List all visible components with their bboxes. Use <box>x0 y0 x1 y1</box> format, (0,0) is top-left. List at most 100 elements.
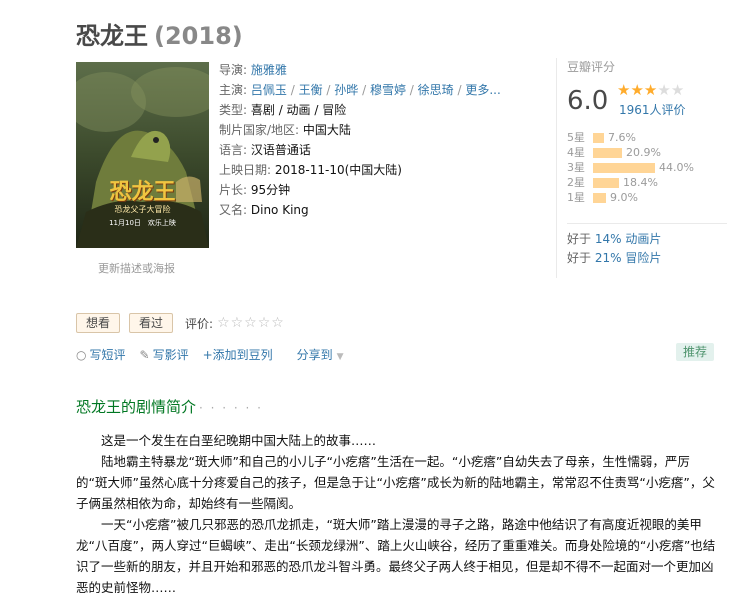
better-than-row: 好于 14% 动画片 <box>567 230 661 249</box>
comment-icon: ○ <box>76 348 87 362</box>
share-dropdown[interactable]: 分享到 ▼ <box>297 346 344 363</box>
watched-button[interactable]: 看过 <box>129 313 174 333</box>
better-than-row: 好于 21% 冒险片 <box>567 249 661 268</box>
rating-distribution: 5星 7.6% 4星 20.9% 3星 44.0% 2星 18.4% 1星 9.0% <box>567 130 727 205</box>
star-filled-icon: ★ <box>643 81 658 99</box>
action-bar: 想看 看过 评价: ☆☆☆☆☆ <box>76 313 285 333</box>
write-review-link[interactable]: ✎ 写影评 <box>140 346 189 363</box>
rating-percent: 9.0% <box>610 191 638 204</box>
pencil-icon: ✎ <box>139 348 150 362</box>
movie-year: (2018) <box>154 22 243 50</box>
synopsis-title: 恐龙王的剧情简介 <box>76 398 197 416</box>
movie-poster[interactable]: 恐龙王 恐龙父子大冒险 11月10日 欢乐上映 <box>76 62 209 248</box>
language-value: 汉语普通话 <box>250 143 311 157</box>
poster-subtitle: 恐龙父子大冒险 <box>114 205 171 214</box>
release-value: 2018-11-10(中国大陆) <box>274 163 402 177</box>
star-filled-icon: ★ <box>630 81 644 99</box>
rating-stars: ★★★★★ <box>617 81 684 99</box>
language-row: 语言: 汉语普通话 <box>219 140 534 160</box>
language-label: 语言: <box>219 143 248 157</box>
recommend-button[interactable]: 推荐 <box>676 343 715 361</box>
rate-stars-input[interactable]: ☆☆☆☆☆ <box>217 315 285 331</box>
action-links: ○ 写短评 ✎ 写影评 +添加到豆列 分享到 ▼ <box>76 346 344 363</box>
add-to-doulist-link[interactable]: +添加到豆列 <box>203 346 273 363</box>
country-value: 中国大陆 <box>302 123 351 137</box>
star-level-label: 3星 <box>567 161 585 174</box>
chevron-down-icon: ▼ <box>336 352 344 362</box>
write-short-review-label: 写短评 <box>89 348 126 362</box>
rating-votes-link[interactable]: 1961人评价 <box>619 101 686 118</box>
cast-row: 主演: 吕佩玉 / 王衡 / 孙晔 / 穆雪婷 / 徐思琦 / 更多... <box>219 83 501 97</box>
synopsis-paragraph: 这是一个发生在白垩纪晚期中国大陆上的故事…… <box>101 433 377 448</box>
release-row: 上映日期: 2018-11-10(中国大陆) <box>219 160 534 180</box>
poster-title: 恐龙王 <box>109 179 176 205</box>
page-title: 恐龙王 (2018) <box>76 16 243 51</box>
rating-bar <box>593 192 606 203</box>
synopsis-heading: 恐龙王的剧情简介 · · · · · · <box>76 396 263 417</box>
rating-distribution-row: 1星 9.0% <box>567 190 727 205</box>
aka-value: Dino King <box>250 203 309 217</box>
movie-info: 导演: 施雅雅 主演: 吕佩玉 / 王衡 / 孙晔 / 穆雪婷 / 徐思琦 / … <box>219 60 534 220</box>
cast-link[interactable]: 吕佩玉 <box>251 83 287 97</box>
synopsis-paragraph: 一天“小疙瘩”被几只邪恶的恐爪龙抓走，“斑大师”踏上漫漫的寻子之路，路途中他结识… <box>76 517 716 595</box>
cast-link[interactable]: 穆雪婷 <box>370 83 406 97</box>
star-empty-icon: ★ <box>670 81 685 99</box>
rate-label: 评价: <box>185 316 214 331</box>
rating-percent: 20.9% <box>626 146 661 159</box>
director-row: 导演: 施雅雅 <box>219 60 534 80</box>
aka-row: 又名: Dino King <box>219 200 534 220</box>
write-review-label: 写影评 <box>152 348 189 362</box>
synopsis-dots: · · · · · · <box>199 401 263 415</box>
poster-date: 11月10日 欢乐上映 <box>109 219 176 227</box>
better-than-prefix: 好于 <box>567 232 592 246</box>
star-filled-icon: ★ <box>617 81 631 99</box>
star-empty-icon: ★ <box>657 81 671 99</box>
cast-link[interactable]: 孙晔 <box>334 83 358 97</box>
poster-update-link[interactable]: 更新描述或海报 <box>98 260 175 276</box>
rating-bar <box>593 162 655 173</box>
want-to-watch-button[interactable]: 想看 <box>76 313 121 333</box>
rating-panel: 豆瓣评分 6.0 ★★★★★ 1961人评价 5星 7.6% 4星 20.9% 3星 44… <box>556 58 727 278</box>
country-label: 制片国家/地区: <box>219 123 300 137</box>
star-level-label: 2星 <box>567 176 585 189</box>
rating-distribution-row: 3星 44.0% <box>567 160 727 175</box>
star-level-label: 5星 <box>567 131 585 144</box>
better-than: 好于 14% 动画片 好于 21% 冒险片 <box>567 223 727 268</box>
write-short-review-link[interactable]: ○ 写短评 <box>76 346 126 363</box>
rating-percent: 44.0% <box>659 161 694 174</box>
better-than-link[interactable]: 14% 动画片 <box>595 232 662 246</box>
rating-distribution-row: 2星 18.4% <box>567 175 727 190</box>
rating-bar <box>593 177 619 188</box>
director-link[interactable]: 施雅雅 <box>251 63 287 77</box>
better-than-percent: 14% <box>594 232 622 246</box>
synopsis-text: 这是一个发生在白垩纪晚期中国大陆上的故事…… 陆地霸主特暴龙“斑大师”和自己的小… <box>76 430 716 598</box>
release-label: 上映日期: <box>219 163 272 177</box>
synopsis-paragraph: 陆地霸主特暴龙“斑大师”和自己的小儿子“小疙瘩”生活在一起。“小疙瘩”自幼失去了… <box>76 454 715 511</box>
movie-title: 恐龙王 <box>76 22 148 50</box>
runtime-value: 95分钟 <box>250 183 291 197</box>
genre-row: 类型: 喜剧 / 动画 / 冒险 <box>219 100 534 120</box>
genre-value: 喜剧 / 动画 / 冒险 <box>250 103 347 117</box>
runtime-label: 片长: <box>219 183 248 197</box>
better-than-link[interactable]: 21% 冒险片 <box>595 251 662 265</box>
rating-percent: 18.4% <box>623 176 658 189</box>
cast-link[interactable]: 王衡 <box>299 83 323 97</box>
better-than-prefix: 好于 <box>567 251 592 265</box>
runtime-row: 片长: 95分钟 <box>219 180 534 200</box>
star-level-label: 1星 <box>567 191 585 204</box>
cast-link[interactable]: 徐思琦 <box>418 83 454 97</box>
better-than-category: 冒险片 <box>625 251 662 265</box>
genre-label: 类型: <box>219 103 248 117</box>
better-than-category: 动画片 <box>625 232 662 246</box>
rating-bar <box>593 132 604 143</box>
cast-label: 主演: <box>219 83 248 97</box>
country-row: 制片国家/地区: 中国大陆 <box>219 120 534 140</box>
star-level-label: 4星 <box>567 146 585 159</box>
rating-percent: 7.6% <box>608 131 636 144</box>
director-label: 导演: <box>219 63 248 77</box>
rating-label: 豆瓣评分 <box>567 60 616 74</box>
rating-bar <box>593 147 622 158</box>
better-than-percent: 21% <box>594 251 622 265</box>
cast-more-link[interactable]: 更多... <box>465 83 500 97</box>
rating-score: 6.0 <box>567 86 609 116</box>
